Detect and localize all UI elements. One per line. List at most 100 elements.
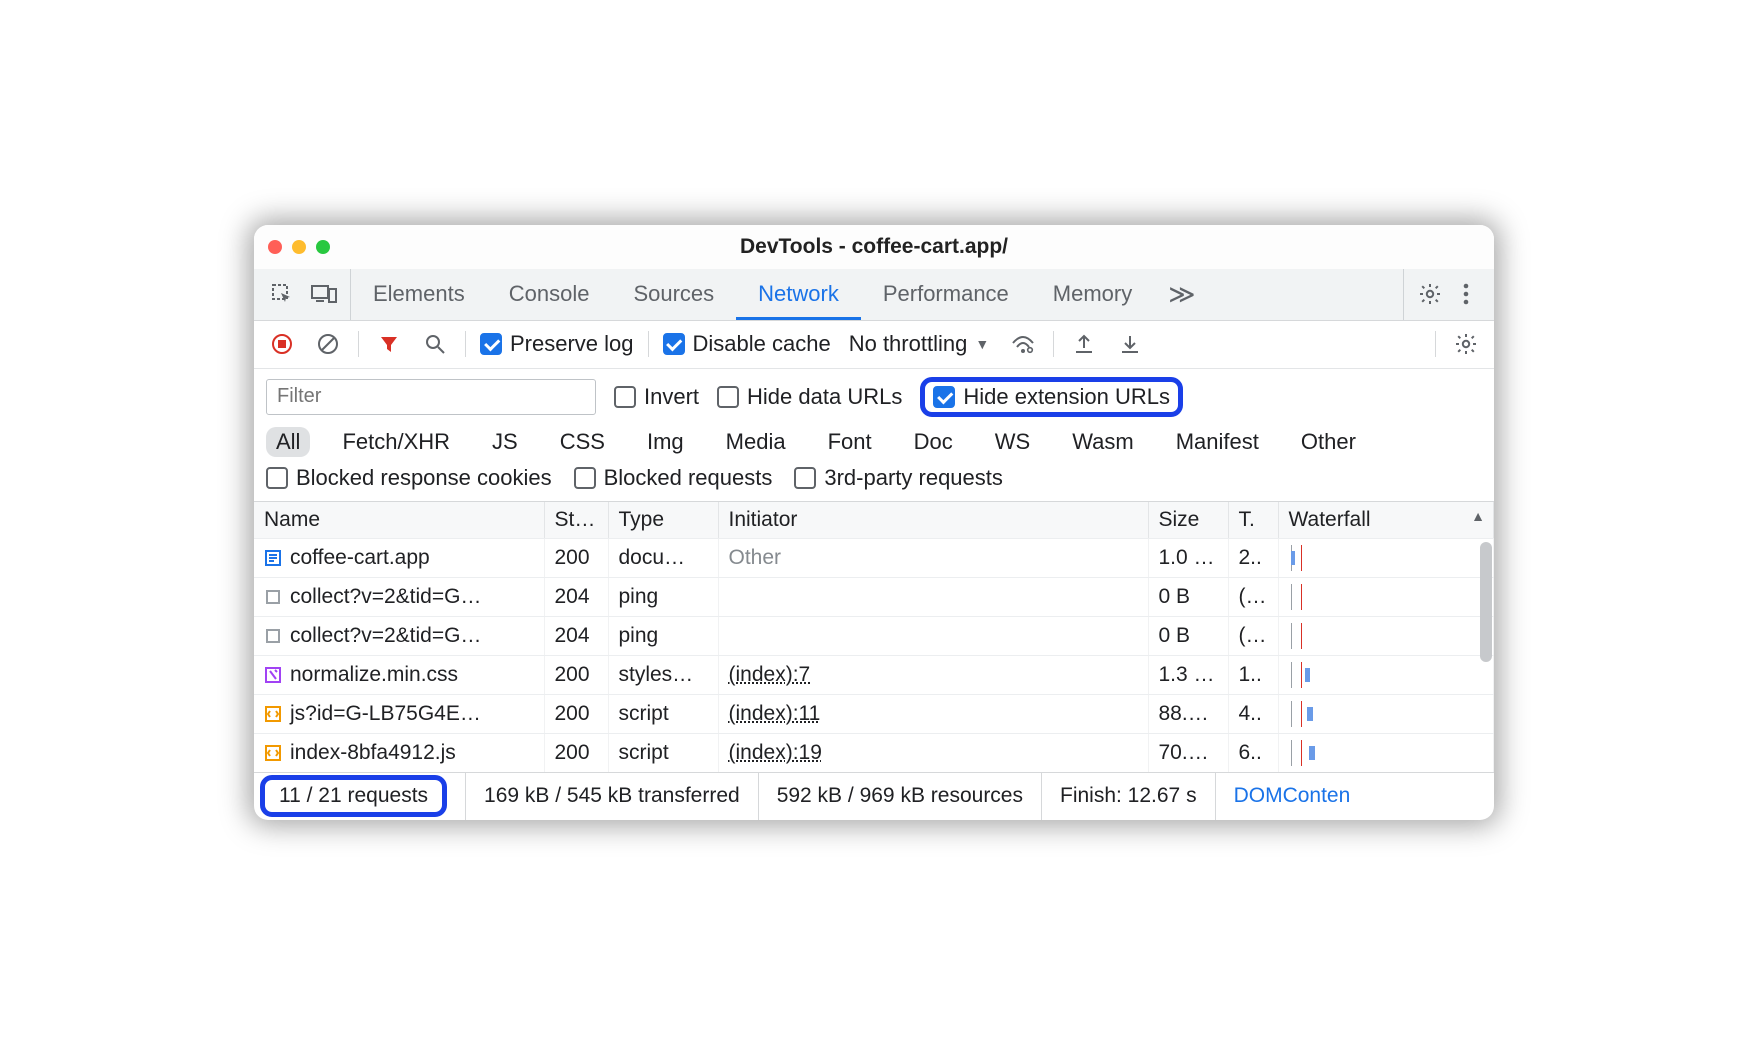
throttling-select[interactable]: No throttling ▼ [845, 331, 993, 357]
col-initiator[interactable]: Initiator [718, 502, 1148, 539]
table-header-row: Name St… Type Initiator Size T. Waterfal… [254, 502, 1494, 539]
request-size: 1.0 … [1148, 538, 1228, 577]
type-filter-js[interactable]: JS [482, 427, 528, 457]
type-filter-font[interactable]: Font [818, 427, 882, 457]
type-filter-manifest[interactable]: Manifest [1166, 427, 1269, 457]
request-waterfall [1278, 577, 1494, 616]
request-status: 200 [544, 733, 608, 772]
network-conditions-icon[interactable] [1007, 328, 1039, 360]
sort-asc-icon: ▲ [1471, 508, 1485, 524]
title-bar: DevTools - coffee-cart.app/ [254, 225, 1494, 269]
request-status: 200 [544, 655, 608, 694]
import-har-icon[interactable] [1114, 328, 1146, 360]
request-waterfall [1278, 694, 1494, 733]
search-icon[interactable] [419, 328, 451, 360]
request-size: 1.3 … [1148, 655, 1228, 694]
request-name: normalize.min.css [290, 663, 458, 687]
request-waterfall [1278, 733, 1494, 772]
disable-cache-label: Disable cache [693, 331, 831, 357]
table-row[interactable]: js?id=G-LB75G4E…200script(index):1188.…4… [254, 694, 1494, 733]
col-size[interactable]: Size [1148, 502, 1228, 539]
request-initiator[interactable]: (index):7 [729, 663, 811, 686]
requests-table-wrap: Name St… Type Initiator Size T. Waterfal… [254, 502, 1494, 772]
preserve-log-checkbox[interactable]: Preserve log [480, 331, 634, 357]
vertical-scrollbar[interactable] [1480, 542, 1492, 662]
request-type: script [608, 733, 718, 772]
type-filter-ws[interactable]: WS [985, 427, 1040, 457]
clear-button[interactable] [312, 328, 344, 360]
filter-icon[interactable] [373, 328, 405, 360]
request-waterfall [1278, 655, 1494, 694]
extra-filters: Blocked response cookies Blocked request… [254, 465, 1494, 502]
status-bar: 11 / 21 requests 169 kB / 545 kB transfe… [254, 772, 1494, 820]
tabs-overflow-button[interactable]: ≫ [1154, 269, 1209, 320]
request-size: 88.… [1148, 694, 1228, 733]
blocked-cookies-checkbox[interactable]: Blocked response cookies [266, 465, 552, 491]
invert-checkbox[interactable]: Invert [614, 384, 699, 410]
table-row[interactable]: coffee-cart.app200docu…Other1.0 …2.. [254, 538, 1494, 577]
hide-data-urls-checkbox[interactable]: Hide data URLs [717, 384, 902, 410]
type-filter-css[interactable]: CSS [550, 427, 615, 457]
type-filter-all[interactable]: All [266, 427, 310, 457]
status-resources: 592 kB / 969 kB resources [759, 773, 1042, 820]
type-filter-media[interactable]: Media [716, 427, 796, 457]
request-waterfall [1278, 616, 1494, 655]
filter-input[interactable] [266, 379, 596, 415]
request-initiator[interactable]: (index):11 [729, 702, 821, 725]
blocked-cookies-label: Blocked response cookies [296, 465, 552, 491]
preserve-log-label: Preserve log [510, 331, 634, 357]
tab-network[interactable]: Network [736, 269, 861, 320]
col-time[interactable]: T. [1228, 502, 1278, 539]
record-button[interactable] [266, 328, 298, 360]
resource-type-icon [264, 627, 282, 645]
col-status[interactable]: St… [544, 502, 608, 539]
request-size: 0 B [1148, 616, 1228, 655]
type-filter-wasm[interactable]: Wasm [1062, 427, 1144, 457]
request-status: 204 [544, 616, 608, 655]
request-initiator[interactable]: (index):19 [729, 741, 822, 764]
type-filter-other[interactable]: Other [1291, 427, 1366, 457]
table-row[interactable]: index-8bfa4912.js200script(index):1970.…… [254, 733, 1494, 772]
tab-memory[interactable]: Memory [1031, 269, 1154, 320]
col-type[interactable]: Type [608, 502, 718, 539]
highlight-hide-extension-urls: Hide extension URLs [920, 377, 1183, 417]
type-filter-doc[interactable]: Doc [904, 427, 963, 457]
table-row[interactable]: collect?v=2&tid=G…204ping0 B(… [254, 577, 1494, 616]
resource-type-filters: All Fetch/XHR JS CSS Img Media Font Doc WS Wasm Ma… [254, 423, 1494, 465]
status-finish: Finish: 12.67 s [1042, 773, 1216, 820]
request-time: (… [1228, 577, 1278, 616]
blocked-requests-label: Blocked requests [604, 465, 773, 491]
highlight-request-count: 11 / 21 requests [260, 775, 447, 817]
hide-extension-urls-checkbox[interactable]: Hide extension URLs [933, 384, 1170, 410]
col-name[interactable]: Name [254, 502, 544, 539]
resource-type-icon [264, 588, 282, 606]
type-filter-fetchxhr[interactable]: Fetch/XHR [332, 427, 460, 457]
request-type: docu… [608, 538, 718, 577]
disable-cache-checkbox[interactable]: Disable cache [663, 331, 831, 357]
settings-icon[interactable] [1414, 278, 1446, 310]
network-settings-icon[interactable] [1450, 328, 1482, 360]
export-har-icon[interactable] [1068, 328, 1100, 360]
device-toolbar-icon[interactable] [308, 278, 340, 310]
inspect-element-icon[interactable] [266, 278, 298, 310]
tab-performance[interactable]: Performance [861, 269, 1031, 320]
blocked-requests-checkbox[interactable]: Blocked requests [574, 465, 773, 491]
request-time: (… [1228, 616, 1278, 655]
request-type: script [608, 694, 718, 733]
tab-sources[interactable]: Sources [611, 269, 736, 320]
table-row[interactable]: collect?v=2&tid=G…204ping0 B(… [254, 616, 1494, 655]
inspect-group [262, 269, 351, 320]
kebab-menu-icon[interactable] [1450, 278, 1482, 310]
tab-console[interactable]: Console [487, 269, 612, 320]
throttling-label: No throttling [849, 331, 968, 357]
third-party-checkbox[interactable]: 3rd-party requests [794, 465, 1003, 491]
request-name: collect?v=2&tid=G… [290, 624, 481, 648]
table-row[interactable]: normalize.min.css200styles…(index):71.3 … [254, 655, 1494, 694]
request-name: collect?v=2&tid=G… [290, 585, 481, 609]
request-waterfall [1278, 538, 1494, 577]
tab-elements[interactable]: Elements [351, 269, 487, 320]
col-waterfall[interactable]: Waterfall▲ [1278, 502, 1494, 539]
chevron-down-icon: ▼ [975, 336, 989, 352]
resource-type-icon [264, 666, 282, 684]
type-filter-img[interactable]: Img [637, 427, 694, 457]
